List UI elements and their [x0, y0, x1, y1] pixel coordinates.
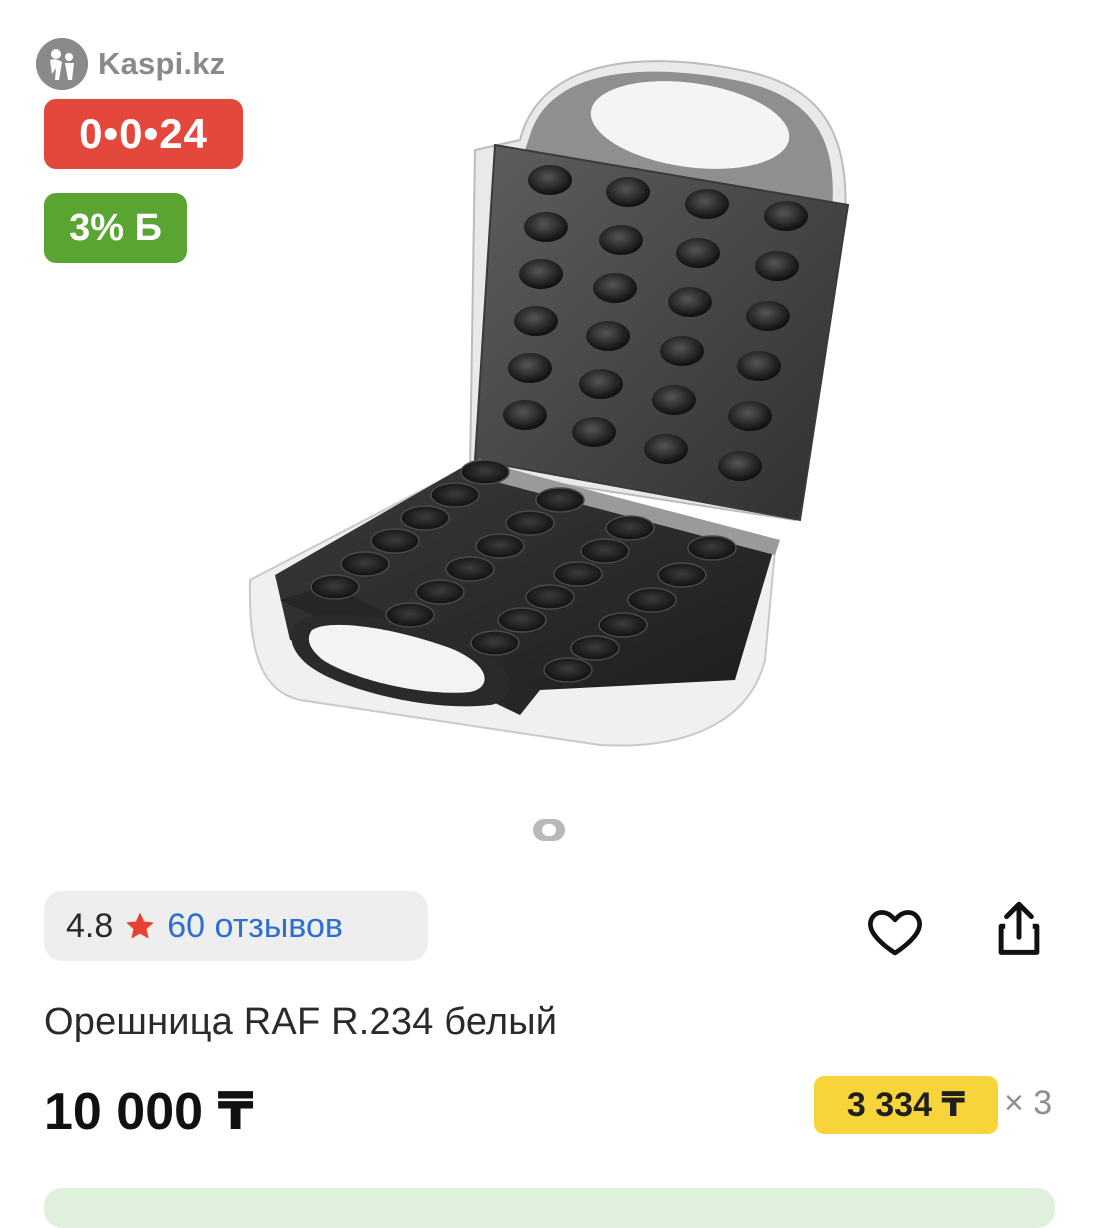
- bottom-banner: [44, 1188, 1055, 1228]
- gallery-dot-indicator[interactable]: [533, 819, 565, 841]
- watermark-text: Kaspi.kz: [98, 46, 226, 81]
- kaspi-watermark: Kaspi.kz: [36, 38, 225, 90]
- product-price: 10 000 ₸: [44, 1083, 254, 1141]
- installment-price-pill[interactable]: 3 334 ₸: [814, 1076, 998, 1134]
- rating-value: 4.8: [66, 906, 114, 945]
- share-icon: [998, 901, 1040, 955]
- installment-multiplier: × 3: [1004, 1084, 1053, 1122]
- kaspi-logo-icon: [36, 38, 88, 90]
- share-button[interactable]: [986, 896, 1048, 958]
- rating-chip[interactable]: 4.8 60 отзывов: [44, 891, 428, 961]
- installment-badge: 0•0•24: [44, 99, 243, 169]
- star-icon: [123, 909, 157, 943]
- heart-icon: [868, 910, 922, 956]
- product-photo[interactable]: [220, 40, 860, 800]
- bonus-badge: 3% Б: [44, 193, 187, 263]
- waffle-maker-illustration: [248, 60, 850, 747]
- favorite-button[interactable]: [864, 900, 926, 962]
- reviews-link[interactable]: 60 отзывов: [167, 907, 343, 946]
- product-title: Орешница RAF R.234 белый: [44, 1001, 558, 1043]
